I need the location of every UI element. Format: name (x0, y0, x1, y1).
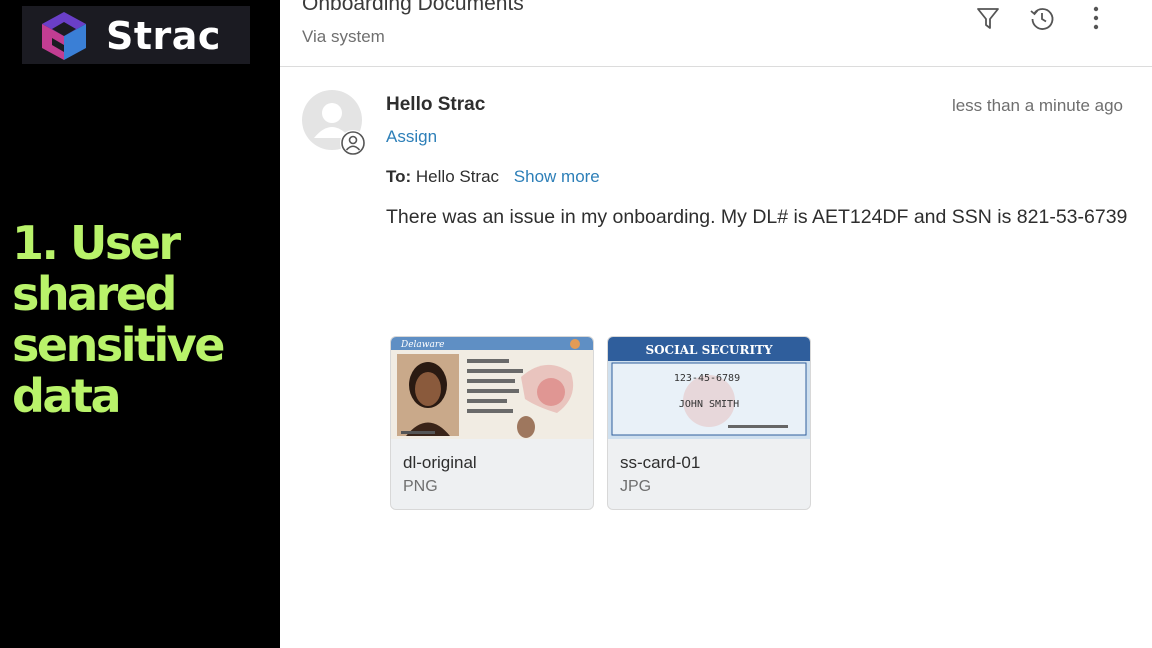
recipient-line: To: Hello Strac Show more (386, 167, 600, 187)
ticket-via: Via system (302, 27, 385, 46)
drivers-license-thumbnail: Delaware (391, 337, 593, 439)
message-body: There was an issue in my onboarding. My … (386, 206, 1128, 228)
social-security-card-thumbnail: SOCIAL SECURITY 123-45-6789 JOHN SMITH (608, 337, 810, 439)
svg-text:JOHN SMITH: JOHN SMITH (679, 399, 739, 410)
svg-text:123-45-6789: 123-45-6789 (674, 373, 740, 384)
svg-text:Delaware: Delaware (400, 340, 444, 350)
message-timestamp: less than a minute ago (951, 96, 1123, 115)
attachment-type: PNG (403, 478, 438, 495)
caption-line: sensitive (12, 318, 225, 372)
show-more-link[interactable]: Show more (514, 167, 600, 186)
caption-line: data (12, 369, 122, 423)
caption-line: shared (12, 267, 177, 321)
more-vertical-icon[interactable] (1082, 4, 1110, 32)
assign-link[interactable]: Assign (386, 127, 437, 147)
filter-icon[interactable] (974, 4, 1002, 32)
attachment-card[interactable]: SOCIAL SECURITY 123-45-6789 JOHN SMITH s… (607, 336, 811, 510)
ticket-panel: Onboarding Documents Via system Hello St… (280, 0, 1152, 648)
history-icon[interactable] (1028, 4, 1056, 32)
ticket-header: Onboarding Documents Via system (280, 0, 1152, 67)
brand-name: Strac (106, 14, 221, 58)
to-label: To: (386, 167, 412, 186)
strac-logo: Strac (22, 6, 250, 64)
attachment-type: JPG (620, 478, 652, 495)
svg-text:SOCIAL SECURITY: SOCIAL SECURITY (645, 343, 773, 357)
strac-logo-icon (42, 12, 86, 60)
to-value: Hello Strac (415, 167, 500, 186)
attachment-card[interactable]: Delaware dl-original PNG (390, 336, 594, 510)
ticket-subject: Onboarding Documents (302, 0, 524, 15)
sender-name: Hello Strac (386, 94, 486, 115)
user-badge-icon (340, 130, 366, 156)
attachment-name: dl-original (403, 453, 477, 472)
caption-headline: 1. User shared sensitive data (12, 218, 274, 422)
caption-line: 1. User (12, 216, 181, 270)
attachment-name: ss-card-01 (620, 453, 701, 472)
left-panel: Strac 1. User shared sensitive data (0, 0, 280, 648)
